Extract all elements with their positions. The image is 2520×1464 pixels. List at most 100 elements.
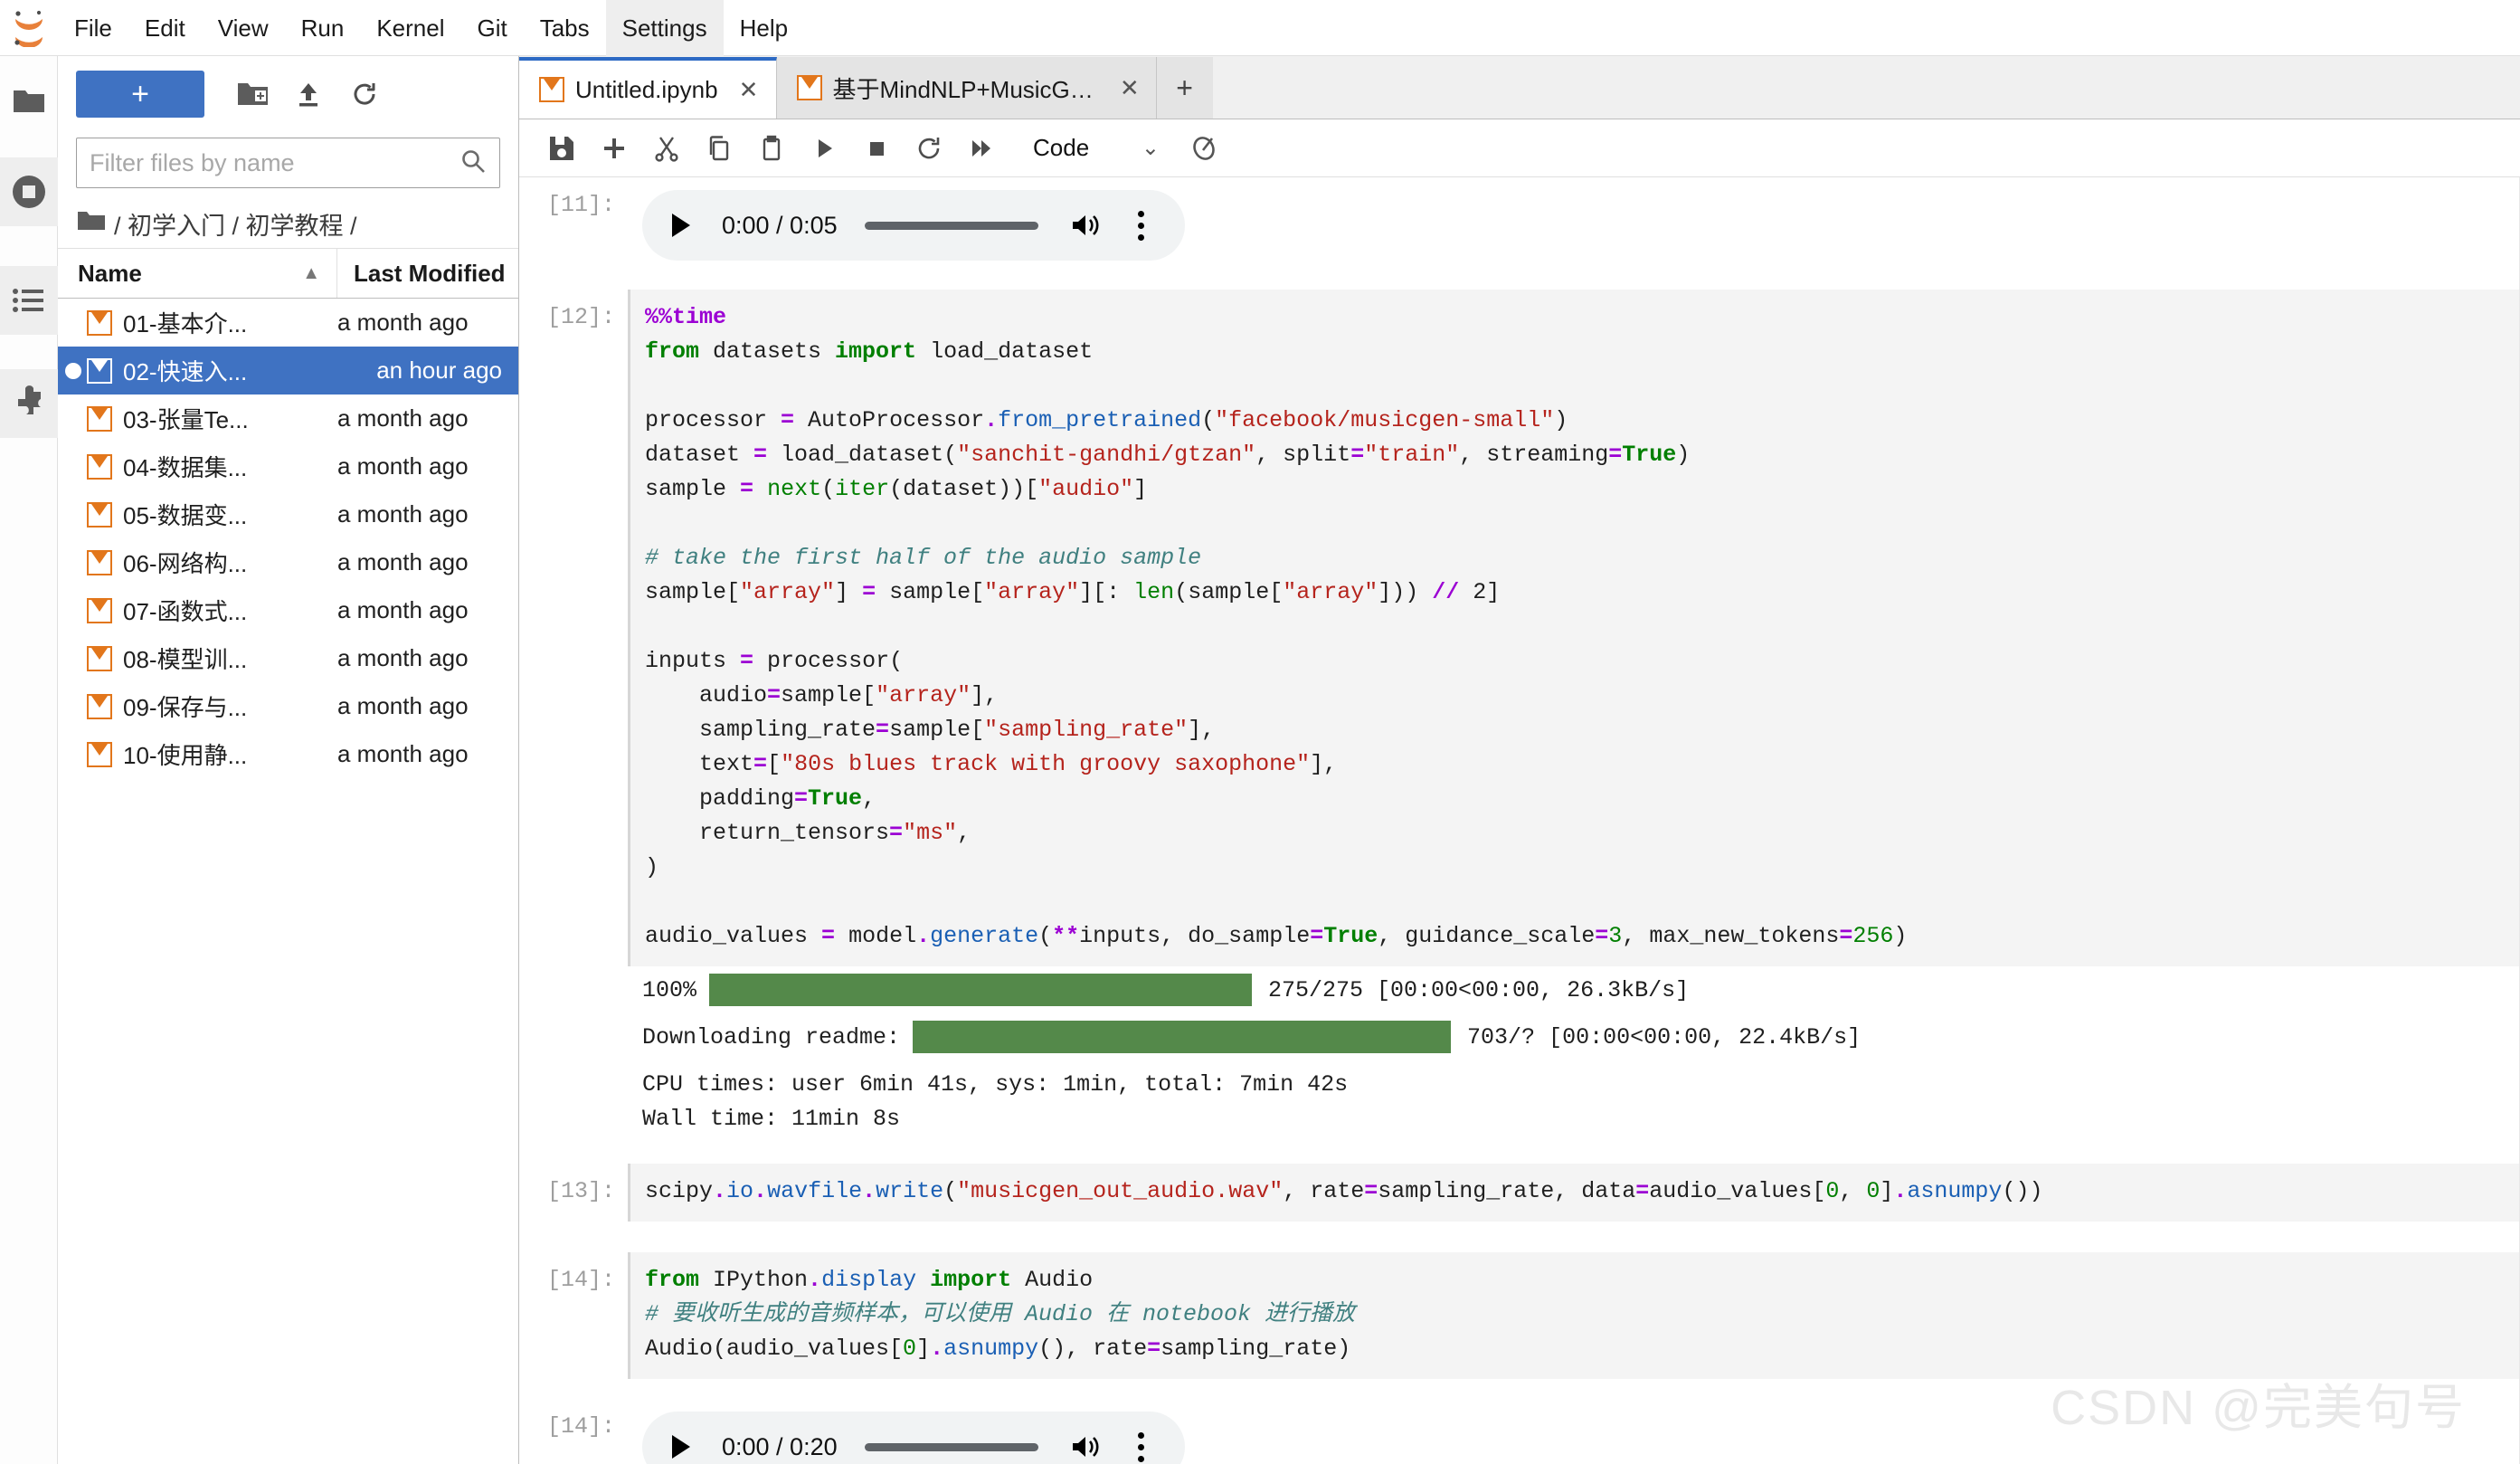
menu-run[interactable]: Run (285, 0, 361, 56)
notebook-cell[interactable]: [13]: scipy.io.wavfile.write("musicgen_o… (519, 1164, 2520, 1222)
notebook-icon (87, 741, 112, 767)
volume-icon[interactable] (1066, 1433, 1107, 1460)
menu-settings[interactable]: Settings (605, 0, 724, 56)
file-modified: a month ago (337, 644, 469, 671)
list-item[interactable]: 03-张量Te... a month ago (58, 395, 518, 442)
progress-track (709, 974, 1253, 1006)
cell-prompt: [13]: (546, 1178, 615, 1204)
kebab-menu-icon[interactable] (1120, 1431, 1161, 1462)
tab-musicgen-notebook[interactable]: 基于MindNLP+MusicGen生, ✕ (776, 57, 1157, 119)
copy-icon[interactable] (693, 122, 745, 175)
notebook-icon (87, 453, 112, 480)
volume-icon[interactable] (1066, 212, 1107, 239)
restart-run-all-icon[interactable] (955, 122, 1008, 175)
code-editor[interactable]: scipy.io.wavfile.write("musicgen_out_aud… (628, 1164, 2520, 1222)
close-icon[interactable]: ✕ (736, 76, 762, 104)
new-launcher-button[interactable]: + (76, 71, 204, 118)
running-kernels-icon[interactable] (0, 157, 58, 226)
paste-icon[interactable] (745, 122, 798, 175)
search-icon[interactable] (459, 147, 487, 179)
filter-files-input[interactable] (90, 148, 459, 177)
insert-cell-icon[interactable] (588, 122, 640, 175)
cell-type-select[interactable]: Code ⌄ (1028, 126, 1163, 171)
notebook-icon (796, 75, 822, 100)
notebook-icon (87, 549, 112, 575)
new-tab-button[interactable]: + (1156, 57, 1213, 119)
kebab-menu-icon[interactable] (1120, 210, 1161, 241)
code-editor[interactable]: from IPython.display import Audio # 要收听生… (628, 1252, 2520, 1379)
menu-tabs[interactable]: Tabs (524, 0, 606, 56)
table-of-contents-icon[interactable] (0, 266, 58, 335)
save-icon[interactable] (535, 122, 588, 175)
stop-icon[interactable] (850, 122, 903, 175)
file-name: 07-函数式... (123, 598, 248, 625)
file-list-header: Name ▲ Last Modified (58, 248, 518, 299)
list-item[interactable]: 06-网络构... a month ago (58, 538, 518, 586)
upload-icon[interactable] (280, 69, 336, 119)
folder-icon (78, 210, 105, 238)
list-item[interactable]: 08-模型训... a month ago (58, 634, 518, 682)
extension-manager-icon[interactable] (0, 369, 58, 438)
notebook-panel[interactable]: [11]: 0:00 / 0:05 [12]: %%time from data… (519, 177, 2520, 1464)
file-modified: an hour ago (376, 356, 502, 384)
cell-output-audio: 0:00 / 0:05 (628, 177, 2520, 270)
notebook-cell[interactable]: [12]: %%time from datasets import load_d… (519, 290, 2520, 1144)
list-item[interactable]: 10-使用静... a month ago (58, 730, 518, 778)
list-item[interactable]: 07-函数式... a month ago (58, 586, 518, 634)
progress-text: 275/275 [00:00<00:00, 26.3kB/s] (1268, 976, 1690, 1003)
notebook-cell[interactable]: [14]: from IPython.display import Audio … (519, 1252, 2520, 1379)
column-header-name[interactable]: Name ▲ (58, 249, 337, 298)
file-name: 06-网络构... (123, 550, 248, 577)
restart-icon[interactable] (903, 122, 955, 175)
audio-time: 0:00 / 0:05 (722, 211, 838, 239)
file-modified: a month ago (337, 500, 469, 528)
menu-help[interactable]: Help (724, 0, 804, 56)
notebook-icon (87, 645, 112, 671)
list-item[interactable]: 01-基本介... a month ago (58, 299, 518, 347)
file-browser-icon[interactable] (0, 72, 58, 130)
menu-file[interactable]: File (58, 0, 128, 56)
notebook-icon (87, 405, 112, 432)
run-icon[interactable] (798, 122, 850, 175)
audio-player[interactable]: 0:00 / 0:20 (642, 1412, 1185, 1464)
list-item[interactable]: 04-数据集... a month ago (58, 442, 518, 490)
filter-files-box[interactable] (76, 138, 500, 188)
notebook-icon (87, 693, 112, 719)
kernel-status-icon[interactable] (1179, 124, 1228, 173)
play-icon[interactable] (669, 1433, 709, 1460)
refresh-icon[interactable] (336, 69, 393, 119)
notebook-cell[interactable]: [11]: 0:00 / 0:05 (519, 177, 2520, 270)
column-header-last-modified[interactable]: Last Modified (337, 249, 518, 298)
filter-input-wrapper (58, 132, 518, 199)
sort-ascending-icon: ▲ (302, 262, 320, 283)
breadcrumb[interactable]: / 初学入门 / 初学教程 / (58, 199, 518, 248)
progress-fill (913, 1021, 1452, 1053)
tab-untitled-ipynb[interactable]: Untitled.ipynb ✕ (519, 57, 777, 119)
play-icon[interactable] (669, 212, 709, 239)
notebook-icon (87, 501, 112, 528)
notebook-icon (539, 77, 564, 102)
progress-track (913, 1021, 1452, 1053)
list-item[interactable]: 09-保存与... a month ago (58, 682, 518, 730)
list-item[interactable]: 02-快速入... an hour ago (58, 347, 518, 395)
menu-kernel[interactable]: Kernel (360, 0, 460, 56)
audio-progress-bar[interactable] (864, 221, 1038, 230)
new-folder-icon[interactable] (224, 69, 280, 119)
jupyter-logo-icon (0, 0, 58, 56)
notebook-cell[interactable]: [14]: 0:00 / 0:20 (519, 1399, 2520, 1464)
progress-label: Downloading readme: (642, 1023, 901, 1050)
audio-progress-bar[interactable] (864, 1442, 1038, 1451)
notebook-icon (87, 309, 112, 336)
menu-view[interactable]: View (202, 0, 285, 56)
cell-output-audio: 0:00 / 0:20 (628, 1399, 2520, 1464)
menu-git[interactable]: Git (460, 0, 523, 56)
menu-edit[interactable]: Edit (128, 0, 202, 56)
close-icon[interactable]: ✕ (1118, 74, 1142, 102)
app-shell: + / 初学入门 / 初学教程 / (0, 56, 2520, 1464)
list-item[interactable]: 05-数据变... a month ago (58, 490, 518, 538)
file-modified: a month ago (337, 692, 469, 719)
cut-icon[interactable] (640, 122, 693, 175)
audio-player[interactable]: 0:00 / 0:05 (642, 190, 1185, 261)
code-editor[interactable]: %%time from datasets import load_dataset… (628, 290, 2520, 966)
tab-bar: Untitled.ipynb ✕ 基于MindNLP+MusicGen生, ✕ … (519, 56, 2520, 119)
